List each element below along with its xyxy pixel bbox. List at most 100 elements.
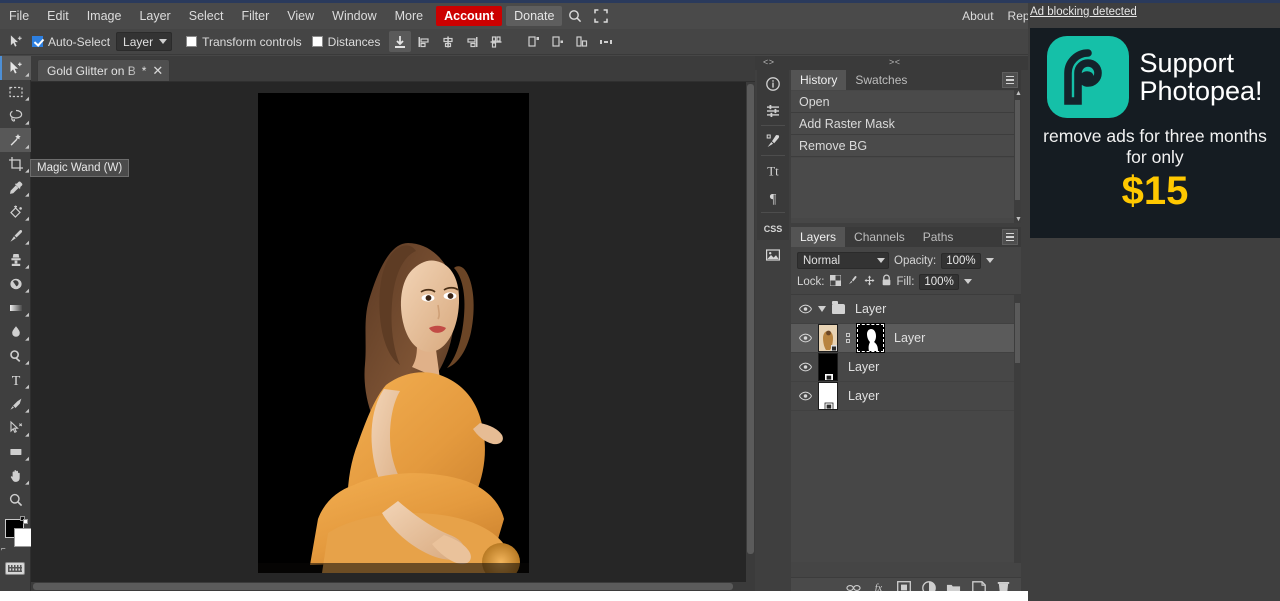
close-icon[interactable]: ✕ (152, 64, 163, 77)
distribute-space-icon[interactable] (595, 31, 617, 52)
distribute-top-icon[interactable] (523, 31, 545, 52)
character-icon[interactable]: Tt (757, 157, 789, 184)
layer-list-scrollbar[interactable] (1014, 295, 1021, 563)
transform-controls-checkbox[interactable]: Transform controls (186, 35, 302, 49)
brush-settings-icon[interactable] (757, 127, 789, 154)
tab-channels[interactable]: Channels (845, 227, 914, 247)
canvas-horizontal-scroll-thumb[interactable] (33, 583, 733, 590)
gradient-tool[interactable] (0, 296, 31, 320)
layer-row-black-fill[interactable]: Layer (791, 353, 1021, 382)
blend-mode-dropdown[interactable]: Normal (797, 252, 889, 269)
fullscreen-icon[interactable] (590, 5, 612, 27)
layer-thumbnail[interactable] (818, 324, 838, 352)
menu-item-select[interactable]: Select (180, 3, 233, 29)
magic-wand-tool[interactable] (0, 128, 31, 152)
lock-pixels-icon[interactable] (847, 275, 858, 289)
panel-menu-icon[interactable] (1002, 72, 1018, 88)
opacity-value[interactable]: 100% (941, 252, 981, 269)
distribute-bottom-icon[interactable] (571, 31, 593, 52)
rectangular-marquee-tool[interactable] (0, 80, 31, 104)
css-icon[interactable]: CSS (757, 214, 789, 241)
menu-item-layer[interactable]: Layer (130, 3, 179, 29)
layer-thumbnail[interactable] (818, 382, 838, 410)
lasso-tool[interactable] (0, 104, 31, 128)
fill-value[interactable]: 100% (919, 273, 959, 290)
paragraph-icon[interactable]: ¶ (757, 184, 789, 211)
layer-row-masked-image[interactable]: Layer (791, 323, 1021, 353)
distances-checkbox[interactable]: Distances (311, 35, 380, 49)
align-middle-v-icon[interactable] (485, 31, 507, 52)
tab-layers[interactable]: Layers (791, 227, 846, 247)
history-item[interactable]: Add Raster Mask (791, 113, 1021, 135)
history-scrollbar[interactable]: ▲ ▼ (1014, 90, 1022, 223)
document-tab[interactable]: Gold Glitter on B * ✕ (37, 59, 171, 81)
layer-name[interactable]: Layer (848, 360, 879, 374)
fill-chevron-down-icon[interactable] (963, 279, 972, 284)
align-collapse-icon[interactable] (389, 31, 412, 52)
eyedropper-tool[interactable] (0, 176, 31, 200)
lock-all-icon[interactable] (881, 274, 892, 289)
layer-name[interactable]: Layer (894, 331, 925, 345)
hand-tool[interactable] (0, 464, 31, 488)
menu-item-window[interactable]: Window (323, 3, 385, 29)
distribute-center-icon[interactable] (547, 31, 569, 52)
search-icon[interactable] (564, 5, 586, 27)
layer-row-group[interactable]: Layer (791, 295, 1021, 324)
document-canvas[interactable] (258, 93, 529, 573)
spot-healing-tool[interactable] (0, 200, 31, 224)
group-expand-triangle-icon[interactable] (818, 306, 826, 312)
support-photopea-ad[interactable]: Support Photopea! remove ads for three m… (1030, 28, 1280, 238)
menu-item-view[interactable]: View (278, 3, 323, 29)
panel-menu-icon[interactable] (1002, 229, 1018, 245)
align-right-icon[interactable] (461, 31, 483, 52)
align-center-h-icon[interactable] (437, 31, 459, 52)
history-item[interactable]: Remove BG (791, 135, 1021, 157)
adjustments-icon[interactable] (757, 97, 789, 124)
lock-transparency-icon[interactable] (829, 274, 841, 289)
layer-row-white-fill[interactable]: Layer (791, 382, 1021, 411)
account-button[interactable]: Account (436, 6, 503, 26)
menu-item-filter[interactable]: Filter (232, 3, 278, 29)
collapse-right-icon[interactable]: > < (889, 57, 900, 67)
align-left-icon[interactable] (413, 31, 435, 52)
blur-tool[interactable] (0, 320, 31, 344)
layer-mask-link-icon[interactable] (844, 333, 851, 343)
shape-tool[interactable] (0, 440, 31, 464)
canvas-vertical-scrollbar[interactable] (746, 82, 755, 582)
ad-blocking-notice[interactable]: Ad blocking detected (1028, 3, 1280, 21)
auto-select-checkbox[interactable]: Auto-Select (32, 35, 110, 49)
layer-visibility-icon[interactable] (799, 303, 812, 316)
layer-thumbnail[interactable] (818, 353, 838, 381)
crop-tool[interactable] (0, 152, 31, 176)
layer-mask-thumbnail[interactable] (856, 323, 885, 353)
canvas-horizontal-scrollbar[interactable] (31, 582, 755, 591)
move-tool[interactable] (0, 56, 31, 80)
menu-item-edit[interactable]: Edit (38, 3, 78, 29)
pen-tool[interactable] (0, 392, 31, 416)
reset-colors-icon[interactable]: ⌐ (1, 544, 6, 553)
brush-tool[interactable] (0, 224, 31, 248)
image-icon[interactable] (757, 241, 789, 268)
lock-position-icon[interactable] (864, 275, 875, 289)
layer-visibility-icon[interactable] (799, 361, 812, 374)
color-swatches[interactable]: ⌐ (0, 516, 33, 556)
info-icon[interactable] (757, 70, 789, 97)
history-list[interactable]: Open Add Raster Mask Remove BG ▲ ▼ (791, 90, 1022, 223)
history-item[interactable]: Open (791, 91, 1021, 113)
layer-list[interactable]: Layer Layer Layer Layer (791, 294, 1021, 563)
eraser-tool[interactable] (0, 272, 31, 296)
keyboard-icon[interactable] (5, 562, 25, 575)
opacity-chevron-down-icon[interactable] (985, 258, 994, 263)
type-tool[interactable]: T (0, 368, 31, 392)
expand-left-icon[interactable]: < > (763, 57, 774, 67)
zoom-tool[interactable] (0, 488, 31, 512)
dodge-tool[interactable] (0, 344, 31, 368)
layer-visibility-icon[interactable] (799, 390, 812, 403)
path-select-tool[interactable] (0, 416, 31, 440)
layer-name[interactable]: Layer (855, 302, 886, 316)
history-scroll-thumb[interactable] (1015, 100, 1020, 200)
canvas-workspace[interactable] (31, 82, 755, 582)
clone-stamp-tool[interactable] (0, 248, 31, 272)
menu-item-image[interactable]: Image (78, 3, 131, 29)
canvas-vertical-scroll-thumb[interactable] (747, 84, 754, 554)
